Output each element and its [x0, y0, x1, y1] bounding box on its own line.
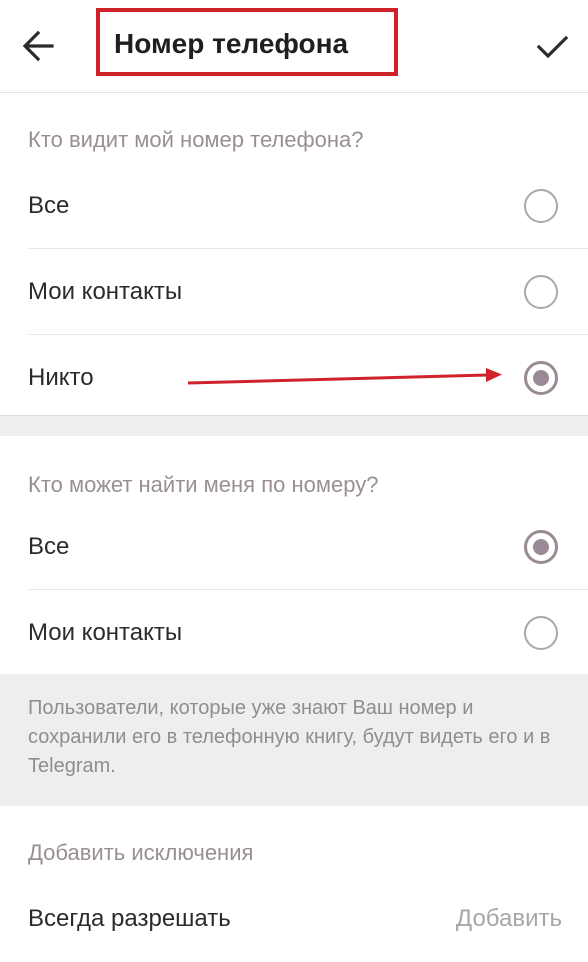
who-finds-by-number-section: Кто может найти меня по номеру? Все Мои …	[0, 436, 588, 674]
option-everyone[interactable]: Все	[0, 163, 588, 249]
section-header: Кто может найти меня по номеру?	[28, 472, 379, 497]
info-box: Пользователи, которые уже знают Ваш номе…	[0, 674, 588, 806]
option-my-contacts[interactable]: Мои контакты	[0, 590, 588, 676]
page-title: Номер телефона	[114, 28, 349, 59]
always-allow-label: Всегда разрешать	[28, 905, 231, 932]
who-sees-number-section: Кто видит мой номер телефона? Все Мои ко…	[0, 93, 588, 415]
option-label: Мои контакты	[28, 278, 183, 305]
option-label: Мои контакты	[28, 619, 183, 646]
radio-button[interactable]	[524, 275, 558, 309]
radio-button[interactable]	[524, 189, 558, 223]
radio-button-selected[interactable]	[524, 361, 558, 395]
section-header: Кто видит мой номер телефона?	[28, 127, 364, 152]
radio-button-selected[interactable]	[524, 530, 558, 564]
add-button[interactable]: Добавить	[456, 876, 562, 962]
section-header: Добавить исключения	[28, 840, 254, 865]
app-header: Номер телефона	[0, 0, 588, 93]
option-label: Все	[28, 533, 70, 560]
radio-button[interactable]	[524, 616, 558, 650]
option-nobody[interactable]: Никто	[0, 335, 588, 421]
option-label: Никто	[28, 364, 94, 391]
option-my-contacts[interactable]: Мои контакты	[0, 249, 588, 335]
back-button[interactable]	[18, 26, 58, 66]
arrow-left-icon	[22, 30, 54, 62]
check-icon	[536, 35, 569, 59]
section-separator	[0, 415, 588, 437]
done-button[interactable]	[532, 26, 572, 66]
exceptions-section: Добавить исключения Всегда разрешать Доб…	[0, 806, 588, 955]
always-allow-row[interactable]: Всегда разрешать Добавить	[0, 876, 588, 962]
option-everyone[interactable]: Все	[0, 504, 588, 590]
option-label: Все	[28, 192, 70, 219]
info-text: Пользователи, которые уже знают Ваш номе…	[28, 697, 551, 777]
